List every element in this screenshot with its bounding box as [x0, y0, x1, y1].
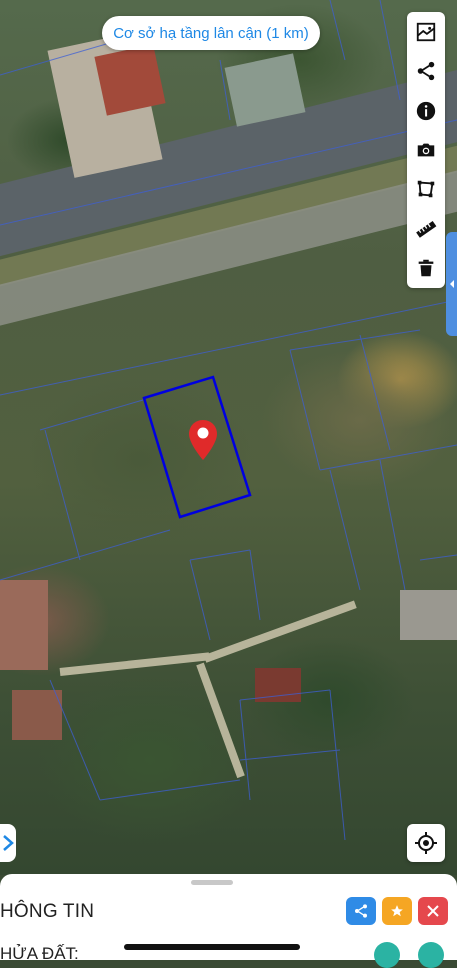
crosshair-icon [415, 832, 437, 854]
star-icon [391, 905, 403, 917]
share-icon [417, 61, 435, 81]
polygon-draw-icon [417, 181, 435, 198]
my-location-button[interactable] [407, 824, 445, 862]
plot-section-label: HỬA ĐẤT: [0, 944, 79, 963]
satellite-map[interactable] [0, 0, 457, 875]
left-panel-toggle[interactable] [0, 824, 16, 862]
chart-icon[interactable] [374, 942, 400, 968]
chevron-right-icon [3, 835, 14, 851]
info-icon [416, 101, 436, 120]
map-toolbar [407, 12, 445, 288]
sheet-drag-handle[interactable] [191, 880, 233, 885]
nearby-infrastructure-label: Cơ sở hạ tầng lân cận (1 km) [113, 24, 309, 42]
location-icon[interactable] [418, 942, 444, 968]
cadastral-parcel-lines [0, 0, 457, 841]
ruler-icon [416, 220, 437, 238]
camera-icon [417, 143, 435, 157]
draw-polygon-button[interactable] [407, 170, 445, 209]
share-plot-button[interactable] [346, 897, 376, 925]
share-icon [355, 904, 367, 918]
camera-button[interactable] [407, 130, 445, 169]
info-button[interactable] [407, 91, 445, 130]
delete-button[interactable] [407, 249, 445, 288]
location-pin-icon[interactable] [188, 419, 218, 461]
close-icon [427, 905, 439, 917]
map-layer-icon [416, 22, 436, 41]
close-button[interactable] [418, 897, 448, 925]
nearby-infrastructure-button[interactable]: Cơ sở hạ tầng lân cận (1 km) [102, 16, 320, 50]
home-indicator [124, 944, 300, 950]
map-layer-button[interactable] [407, 12, 445, 51]
trash-icon [418, 259, 434, 277]
sheet-title: HÔNG TIN [0, 901, 95, 922]
share-button[interactable] [407, 51, 445, 90]
right-panel-toggle[interactable] [446, 232, 457, 336]
chevron-left-icon [449, 280, 454, 288]
favorite-button[interactable] [382, 897, 412, 925]
measure-button[interactable] [407, 209, 445, 248]
